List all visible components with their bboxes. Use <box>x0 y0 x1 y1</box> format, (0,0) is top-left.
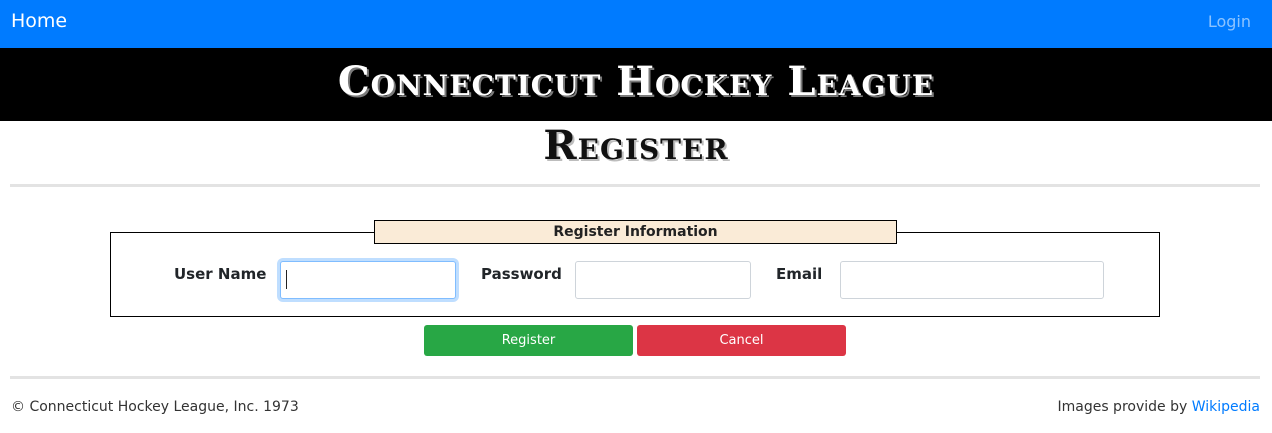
copyright-text: © Connecticut Hockey League, Inc. 1973 <box>11 399 299 415</box>
page-title: Register <box>543 122 729 169</box>
email-input[interactable] <box>840 261 1104 299</box>
email-label: Email <box>776 265 823 283</box>
home-link[interactable]: Home <box>11 10 67 32</box>
text-caret <box>286 270 287 289</box>
divider-bottom <box>10 376 1260 379</box>
fieldset-legend: Register Information <box>374 220 897 244</box>
password-label: Password <box>481 265 562 283</box>
password-input[interactable] <box>575 261 751 299</box>
league-title: Connecticut Hockey League <box>337 58 935 105</box>
divider-top <box>10 184 1260 187</box>
wikipedia-link[interactable]: Wikipedia <box>1192 399 1260 415</box>
top-navbar: Home Login <box>0 0 1272 48</box>
register-button[interactable]: Register <box>424 325 633 356</box>
username-input[interactable] <box>280 261 456 299</box>
login-link[interactable]: Login <box>1208 12 1251 31</box>
credit-prefix: Images provide by <box>1057 399 1192 415</box>
cancel-button[interactable]: Cancel <box>637 325 846 356</box>
username-label: User Name <box>174 265 267 283</box>
image-credit: Images provide by Wikipedia <box>1057 399 1260 415</box>
league-banner: Connecticut Hockey League <box>0 48 1272 121</box>
